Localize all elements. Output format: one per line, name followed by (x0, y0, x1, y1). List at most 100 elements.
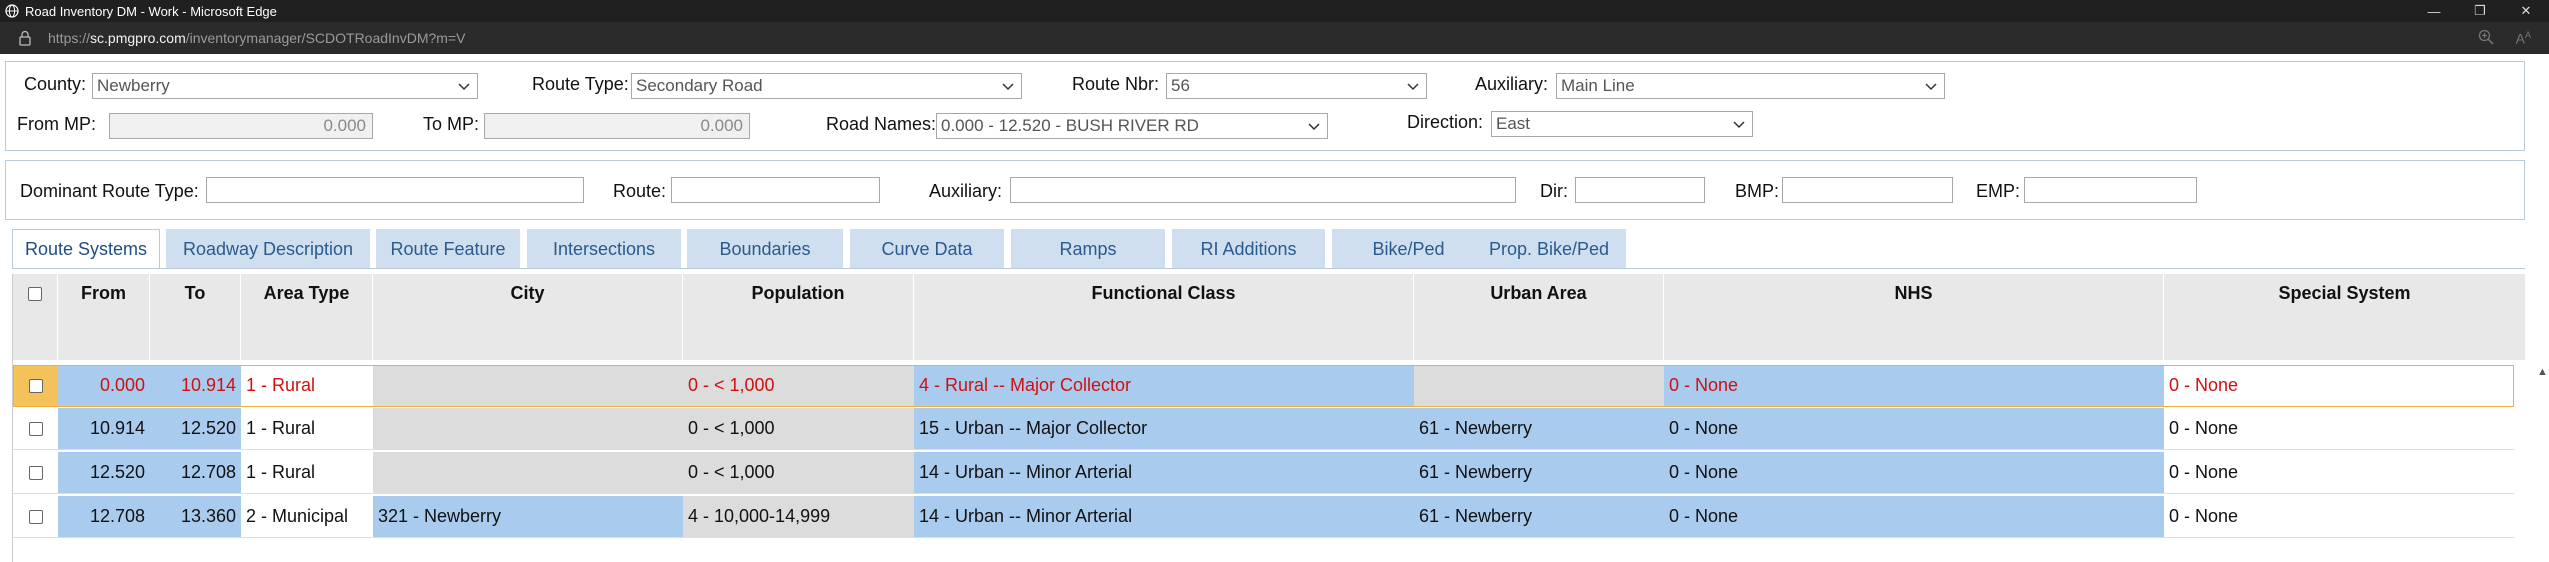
from-cell: 10.914 (58, 408, 150, 450)
dominant-route-type-input[interactable] (206, 177, 584, 203)
dir-label: Dir: (1540, 181, 1568, 201)
city-cell (373, 452, 683, 494)
row-checkbox[interactable] (28, 509, 43, 524)
bmp-input[interactable] (1782, 177, 1953, 203)
auxiliary-label: Auxiliary: (1475, 74, 1549, 94)
chevron-down-icon (458, 83, 470, 91)
window-title-bar: Road Inventory DM - Work - Microsoft Edg… (0, 0, 2549, 22)
from-cell: 12.708 (58, 496, 150, 538)
column-header-special-system[interactable]: Special System (2164, 274, 2525, 360)
chevron-down-icon (1733, 121, 1745, 129)
road-names-value: 0.000 - 12.520 - BUSH RIVER RD (941, 116, 1199, 135)
route-input[interactable] (671, 177, 880, 203)
special-system-cell: 0 - None (2164, 365, 2514, 407)
row-checkbox[interactable] (28, 465, 43, 480)
auxiliary-input[interactable] (1010, 177, 1516, 203)
to-mp-input[interactable]: 0.000 (484, 113, 750, 139)
population-cell: 0 - < 1,000 (683, 452, 914, 494)
auxiliary-label: Auxiliary: (929, 181, 1003, 201)
chevron-down-icon (1925, 83, 1937, 91)
county-label: County: (24, 74, 87, 94)
route-nbr-select[interactable]: 56 (1166, 73, 1427, 99)
road-names-select[interactable]: 0.000 - 12.520 - BUSH RIVER RD (936, 113, 1328, 139)
tab-intersections[interactable]: Intersections (527, 229, 681, 269)
restore-icon[interactable]: ❐ (2457, 0, 2503, 22)
row-checkbox[interactable] (28, 421, 43, 436)
direction-value: East (1496, 114, 1531, 133)
to-cell: 12.708 (150, 452, 241, 494)
auxiliary-select[interactable]: Main Line (1556, 73, 1945, 99)
special-system-cell: 0 - None (2164, 408, 2514, 450)
nhs-cell: 0 - None (1664, 496, 2164, 538)
column-header-area-type[interactable]: Area Type (241, 274, 373, 360)
special-system-cell: 0 - None (2164, 496, 2514, 538)
column-header-functional-class[interactable]: Functional Class (914, 274, 1414, 360)
tab-curve-data[interactable]: Curve Data (850, 229, 1004, 269)
tab-bike-ped[interactable]: Bike/Ped (1332, 229, 1485, 269)
nhs-cell: 0 - None (1664, 365, 2164, 407)
auxiliary-value: Main Line (1561, 76, 1635, 95)
functional-class-cell: 14 - Urban -- Minor Arterial (914, 452, 1414, 494)
to-cell: 13.360 (150, 496, 241, 538)
city-cell: 321 - Newberry (373, 496, 683, 538)
filter-panel: County: Newberry Route Type: Secondary R… (5, 61, 2525, 151)
direction-select[interactable]: East (1491, 111, 1753, 137)
select-all-checkbox[interactable] (28, 287, 42, 301)
column-header-to[interactable]: To (150, 274, 241, 360)
chevron-down-icon (1407, 83, 1419, 91)
tab-route-systems[interactable]: Route Systems (12, 229, 160, 269)
functional-class-cell: 4 - Rural -- Major Collector (914, 365, 1414, 407)
address-bar[interactable]: https://sc.pmgpro.com/inventorymanager/S… (0, 22, 2549, 54)
row-select-cell[interactable] (13, 496, 58, 538)
route-type-select[interactable]: Secondary Road (631, 73, 1022, 99)
row-checkbox[interactable] (28, 378, 43, 393)
from-mp-input[interactable]: 0.000 (109, 113, 373, 139)
area-type-cell: 2 - Municipal (241, 496, 373, 538)
read-aloud-icon[interactable]: AA (2516, 30, 2531, 47)
county-select[interactable]: Newberry (92, 73, 478, 99)
column-header-urban-area[interactable]: Urban Area (1414, 274, 1664, 360)
column-header-from[interactable]: From (58, 274, 150, 360)
select-all-header (13, 274, 58, 360)
area-type-cell: 1 - Rural (241, 408, 373, 450)
dir-input[interactable] (1575, 177, 1705, 203)
chevron-down-icon (1308, 123, 1320, 131)
to-mp-label: To MP: (423, 114, 480, 134)
nhs-cell: 0 - None (1664, 408, 2164, 450)
area-type-cell: 1 - Rural (241, 365, 373, 407)
tab-prop-bike-ped[interactable]: Prop. Bike/Ped (1472, 229, 1626, 269)
minimize-icon[interactable]: — (2411, 0, 2457, 22)
functional-class-cell: 15 - Urban -- Major Collector (914, 408, 1414, 450)
city-cell (373, 365, 683, 407)
globe-icon (5, 4, 19, 18)
tab-ramps[interactable]: Ramps (1011, 229, 1165, 269)
column-header-city[interactable]: City (373, 274, 683, 360)
tab-route-feature[interactable]: Route Feature (376, 229, 520, 269)
lock-icon[interactable] (18, 30, 34, 46)
urban-area-cell: 61 - Newberry (1414, 452, 1664, 494)
route-systems-table: From To Area Type City Population Functi… (12, 274, 2525, 562)
row-select-cell[interactable] (13, 408, 58, 450)
route-type-value: Secondary Road (636, 76, 763, 95)
tab-roadway-description[interactable]: Roadway Description (166, 229, 370, 269)
to-cell: 10.914 (150, 365, 241, 407)
zoom-icon[interactable] (2478, 29, 2494, 48)
route-type-label: Route Type: (532, 74, 629, 94)
road-names-label: Road Names: (826, 114, 937, 134)
url-host: sc.pmgpro.com (90, 30, 186, 46)
tab-divider (12, 268, 2525, 269)
row-select-cell[interactable] (13, 365, 58, 407)
tab-ri-additions[interactable]: RI Additions (1172, 229, 1325, 269)
column-header-nhs[interactable]: NHS (1664, 274, 2164, 360)
urban-area-cell: 61 - Newberry (1414, 496, 1664, 538)
bmp-label: BMP: (1735, 181, 1780, 201)
dominant-route-type-label: Dominant Route Type: (20, 181, 199, 201)
close-icon[interactable]: ✕ (2503, 0, 2549, 22)
tab-boundaries[interactable]: Boundaries (687, 229, 843, 269)
column-header-population[interactable]: Population (683, 274, 914, 360)
emp-input[interactable] (2024, 177, 2197, 203)
scroll-up-icon[interactable]: ▲ (2537, 366, 2549, 378)
city-cell (373, 408, 683, 450)
functional-class-cell: 14 - Urban -- Minor Arterial (914, 496, 1414, 538)
row-select-cell[interactable] (13, 452, 58, 494)
